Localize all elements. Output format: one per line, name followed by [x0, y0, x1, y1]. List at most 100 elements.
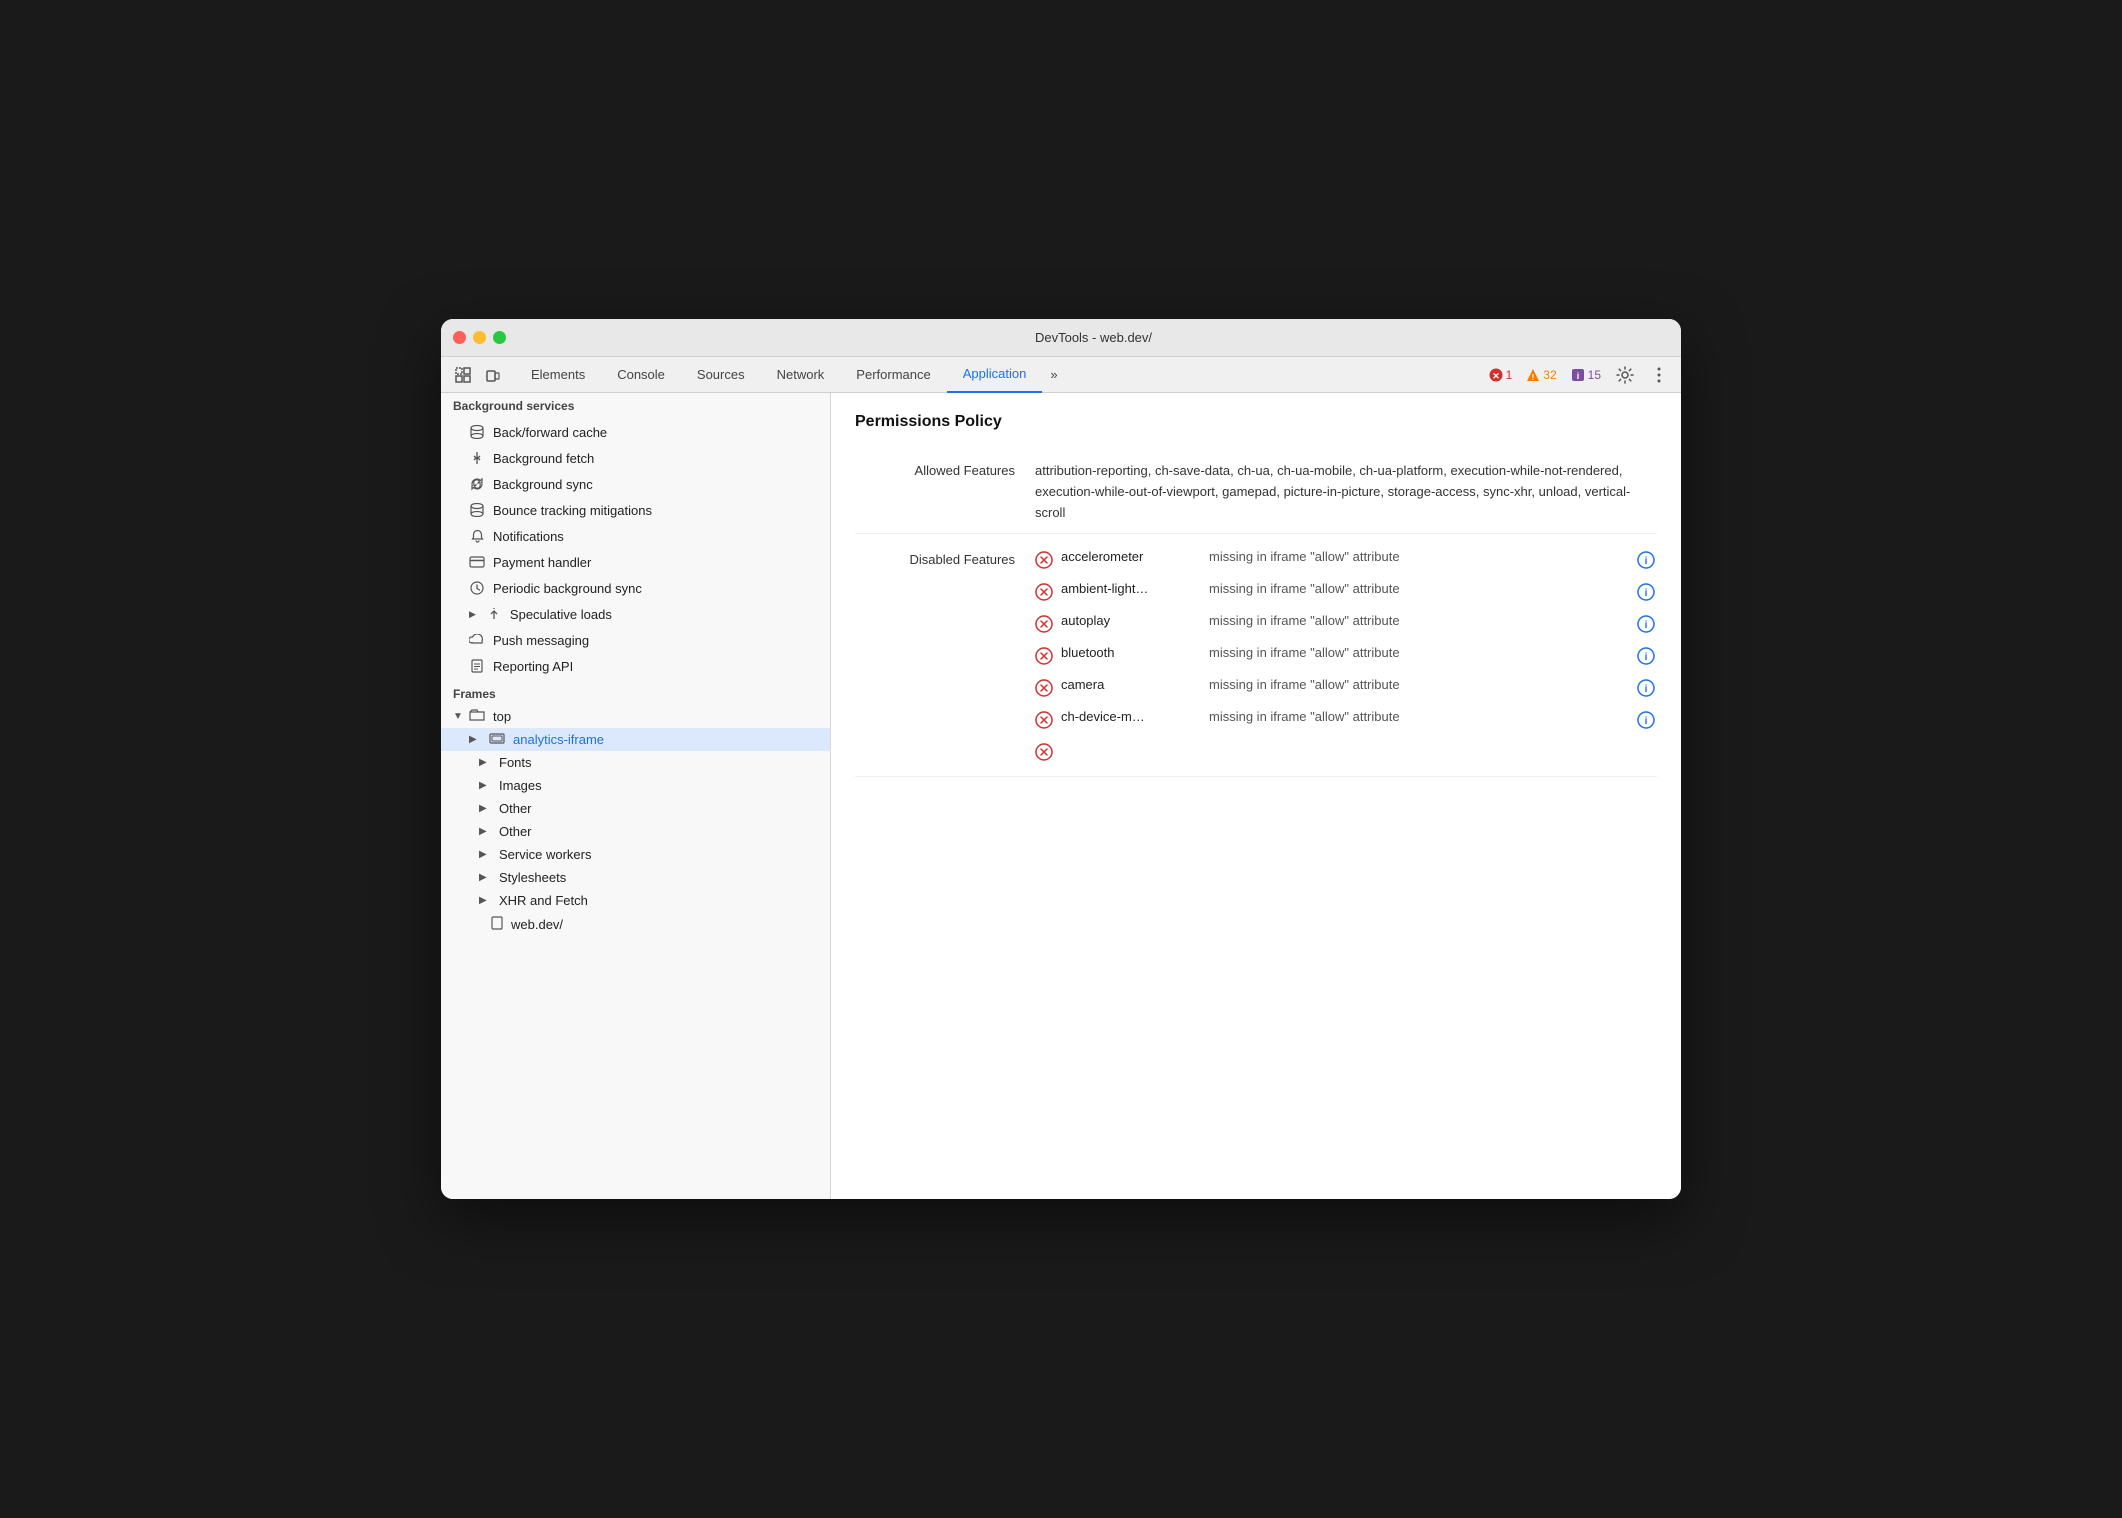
feature-reason-bluetooth: missing in iframe "allow" attribute: [1209, 645, 1627, 660]
fonts-expand-icon: ▶: [479, 757, 491, 768]
sidebar-item-reporting-api[interactable]: Reporting API: [441, 653, 830, 679]
window-title: DevTools - web.dev/: [518, 330, 1669, 345]
feature-reason-camera: missing in iframe "allow" attribute: [1209, 677, 1627, 692]
learn-more-bluetooth[interactable]: i: [1635, 645, 1657, 667]
df-row-accelerometer: accelerometer missing in iframe "allow" …: [1035, 544, 1657, 576]
feature-name-ch-device-m: ch-device-m…: [1061, 709, 1201, 724]
more-tabs-button[interactable]: »: [1042, 357, 1065, 393]
disabled-features-list: accelerometer missing in iframe "allow" …: [1035, 544, 1657, 766]
learn-more-ambient-light[interactable]: i: [1635, 581, 1657, 603]
df-row-autoplay: autoplay missing in iframe "allow" attri…: [1035, 608, 1657, 640]
other1-expand-icon: ▶: [479, 803, 491, 814]
df-row-bluetooth: bluetooth missing in iframe "allow" attr…: [1035, 640, 1657, 672]
warning-badge[interactable]: ! 32: [1522, 366, 1560, 384]
info-badge[interactable]: i 15: [1567, 366, 1605, 384]
bell-icon: [469, 528, 485, 544]
feature-reason-accelerometer: missing in iframe "allow" attribute: [1209, 549, 1627, 564]
svg-text:!: !: [1532, 373, 1535, 382]
more-options-icon[interactable]: [1645, 361, 1673, 389]
circle-x-icon-3: [1035, 615, 1053, 633]
learn-more-accelerometer[interactable]: i: [1635, 549, 1657, 571]
learn-more-camera[interactable]: i: [1635, 677, 1657, 699]
devtools-status-area: ✕ 1 ! 32 i 15: [1485, 361, 1673, 389]
sidebar-item-background-sync[interactable]: Background sync: [441, 471, 830, 497]
learn-more-autoplay[interactable]: i: [1635, 613, 1657, 635]
titlebar: DevTools - web.dev/: [441, 319, 1681, 357]
frame-item-top[interactable]: ▼ top: [441, 705, 830, 728]
tab-console[interactable]: Console: [601, 357, 681, 393]
sidebar-item-bounce-tracking[interactable]: Bounce tracking mitigations: [441, 497, 830, 523]
inspector-icon[interactable]: [449, 361, 477, 389]
allowed-features-label: Allowed Features: [855, 461, 1035, 478]
traffic-lights: [453, 331, 506, 344]
circle-x-icon-5: [1035, 679, 1053, 697]
sidebar-item-speculative-loads[interactable]: ▶ Speculative loads: [441, 601, 830, 627]
sync-icon: [469, 476, 485, 492]
svg-text:i: i: [1645, 652, 1648, 663]
other2-expand-icon: ▶: [479, 826, 491, 837]
sidebar: Background services Back/forward cache: [441, 393, 831, 1199]
frame-item-images[interactable]: ▶ Images: [441, 774, 830, 797]
frame-item-other-2[interactable]: ▶ Other: [441, 820, 830, 843]
feature-reason-autoplay: missing in iframe "allow" attribute: [1209, 613, 1627, 628]
images-expand-icon: ▶: [479, 780, 491, 791]
svg-text:i: i: [1645, 684, 1648, 695]
devtools-mode-icons: [449, 361, 507, 389]
circle-x-icon: [1035, 551, 1053, 569]
frame-item-fonts[interactable]: ▶ Fonts: [441, 751, 830, 774]
sidebar-item-notifications[interactable]: Notifications: [441, 523, 830, 549]
panel-title: Permissions Policy: [855, 413, 1657, 431]
error-badge[interactable]: ✕ 1: [1485, 366, 1517, 384]
feature-name-camera: camera: [1061, 677, 1201, 692]
feature-name-accelerometer: accelerometer: [1061, 549, 1201, 564]
frame-item-stylesheets[interactable]: ▶ Stylesheets: [441, 866, 830, 889]
analytics-iframe-expand-icon: ▶: [469, 734, 481, 745]
allowed-features-row: Allowed Features attribution-reporting, …: [855, 451, 1657, 534]
frame-item-other-1[interactable]: ▶ Other: [441, 797, 830, 820]
disabled-features-row: Disabled Features accelerome: [855, 534, 1657, 777]
frame-item-service-workers[interactable]: ▶ Service workers: [441, 843, 830, 866]
tab-application[interactable]: Application: [947, 357, 1043, 393]
df-row-more: [1035, 736, 1657, 766]
circle-x-icon-7: [1035, 743, 1053, 761]
cloud-icon: [469, 632, 485, 648]
background-services-header: Background services: [441, 393, 830, 419]
svg-text:i: i: [1645, 620, 1648, 631]
upload-download-icon: [469, 450, 485, 466]
sidebar-item-push-messaging[interactable]: Push messaging: [441, 627, 830, 653]
tab-sources[interactable]: Sources: [681, 357, 761, 393]
stylesheets-expand-icon: ▶: [479, 872, 491, 883]
tab-elements[interactable]: Elements: [515, 357, 601, 393]
xhr-expand-icon: ▶: [479, 895, 491, 906]
expand-arrow-icon: ▶: [469, 609, 476, 620]
frame-item-webdev[interactable]: web.dev/: [441, 912, 830, 937]
circle-x-icon-2: [1035, 583, 1053, 601]
allowed-features-value: attribution-reporting, ch-save-data, ch-…: [1035, 461, 1657, 523]
sidebar-item-periodic-bg-sync[interactable]: Periodic background sync: [441, 575, 830, 601]
settings-icon[interactable]: [1611, 361, 1639, 389]
devtools-toolbar: Elements Console Sources Network Perform…: [441, 357, 1681, 393]
circle-x-icon-6: [1035, 711, 1053, 729]
svg-text:i: i: [1645, 588, 1648, 599]
sidebar-item-backforward-cache[interactable]: Back/forward cache: [441, 419, 830, 445]
feature-reason-ch-device-m: missing in iframe "allow" attribute: [1209, 709, 1627, 724]
learn-more-ch-device-m[interactable]: i: [1635, 709, 1657, 731]
maximize-button[interactable]: [493, 331, 506, 344]
close-button[interactable]: [453, 331, 466, 344]
sidebar-item-payment-handler[interactable]: Payment handler: [441, 549, 830, 575]
permissions-section: Allowed Features attribution-reporting, …: [855, 451, 1657, 777]
frame-item-analytics-iframe[interactable]: ▶ analytics-iframe: [441, 728, 830, 751]
svg-text:i: i: [1645, 556, 1648, 567]
sw-expand-icon: ▶: [479, 849, 491, 860]
frame-item-xhr-fetch[interactable]: ▶ XHR and Fetch: [441, 889, 830, 912]
device-mode-icon[interactable]: [479, 361, 507, 389]
panel: Permissions Policy Allowed Features attr…: [831, 393, 1681, 1199]
tab-network[interactable]: Network: [761, 357, 841, 393]
frames-header: Frames: [441, 679, 830, 705]
main-content: Background services Back/forward cache: [441, 393, 1681, 1199]
sidebar-item-background-fetch[interactable]: Background fetch: [441, 445, 830, 471]
feature-name-ambient-light: ambient-light…: [1061, 581, 1201, 596]
minimize-button[interactable]: [473, 331, 486, 344]
iframe-folder-icon: [489, 732, 505, 747]
tab-performance[interactable]: Performance: [840, 357, 946, 393]
